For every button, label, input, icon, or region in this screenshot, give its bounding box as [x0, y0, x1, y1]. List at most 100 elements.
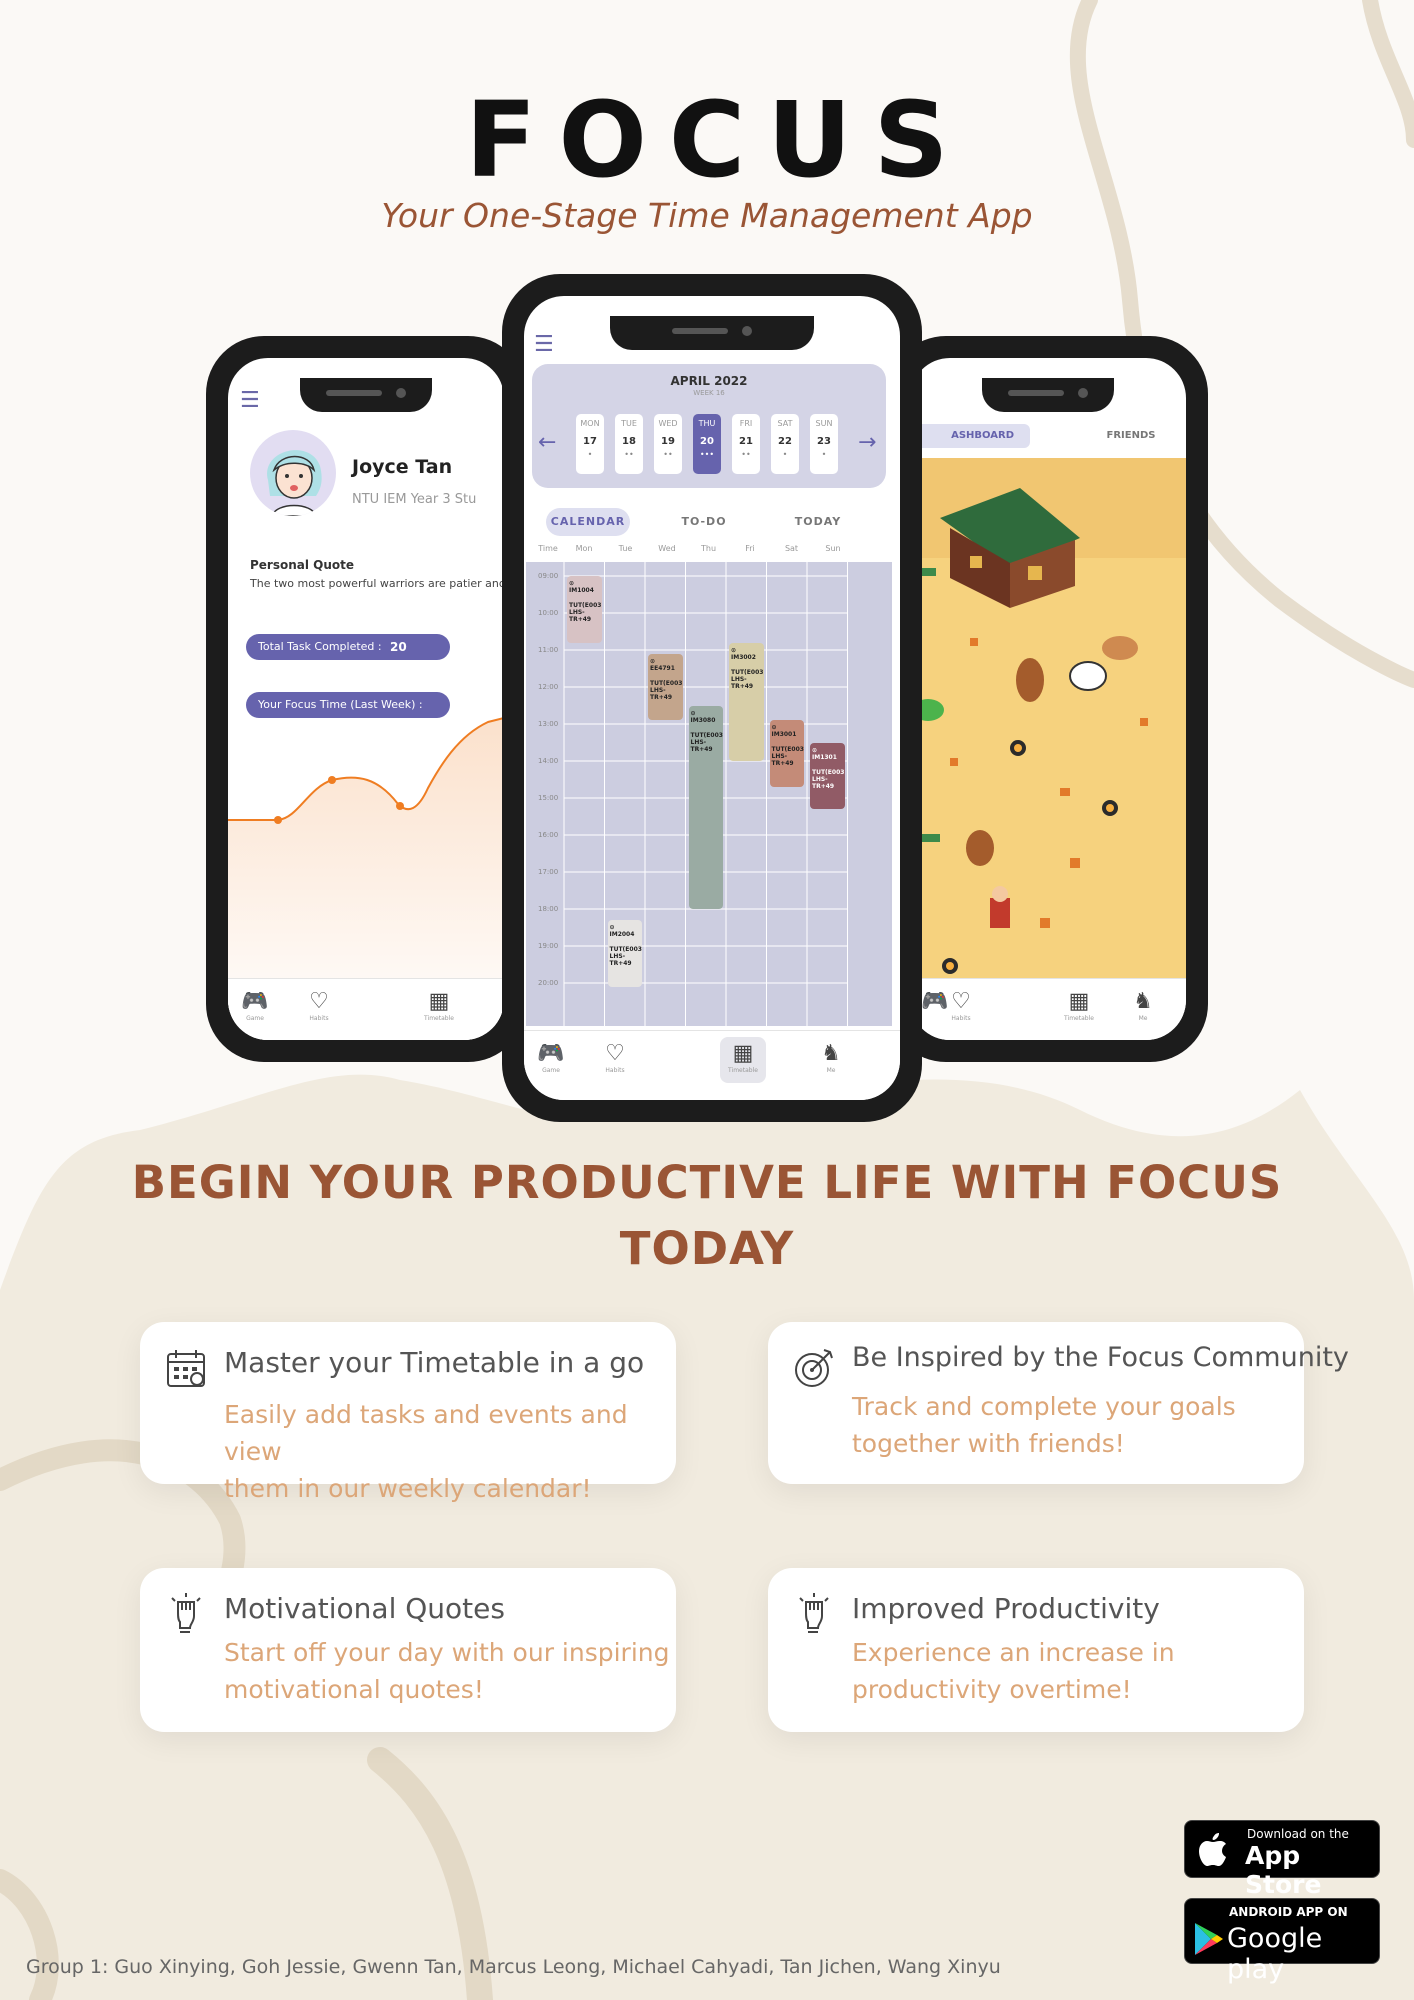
- chart-point: [274, 816, 282, 824]
- time-label: 10:00: [538, 609, 559, 617]
- feature-desc: Easily add tasks and events and view the…: [224, 1400, 628, 1503]
- time-label: 18:00: [538, 905, 559, 913]
- day-chip-tue[interactable]: TUE 18 ••: [615, 414, 643, 474]
- google-play-big-text: Google play: [1227, 1923, 1323, 1985]
- pixel-game-map[interactable]: [910, 458, 1186, 998]
- raised-fist-icon: [799, 1593, 829, 1633]
- time-label: 09:00: [538, 572, 559, 580]
- timetable-event[interactable]: ⊙ IM1301 TUT(E003) LHS-TR+49: [810, 742, 845, 810]
- tab-timetable[interactable]: ▦ Timetable: [416, 989, 462, 1022]
- time-label: 13:00: [538, 720, 559, 728]
- feature-card-timetable: Master your Timetable in a go Easily add…: [140, 1322, 676, 1503]
- time-label: 20:00: [538, 979, 559, 987]
- profile-phone-mockup: ☰ Joyce Tan ✎ NTU IEM Year 3 Stu Persona…: [206, 336, 526, 1062]
- feature-title: Motivational Quotes: [224, 1592, 505, 1625]
- raised-fist-icon: [171, 1593, 201, 1633]
- game-icon: 🎮: [537, 1041, 565, 1066]
- day-chip-sun[interactable]: SUN 23 •: [810, 414, 838, 474]
- quote-label: Personal Quote: [250, 558, 355, 572]
- timetable-event[interactable]: ⊙ IM3002 TUT(E003) LHS-TR+49: [729, 642, 764, 761]
- tab-friends[interactable]: FRIENDS: [1086, 424, 1176, 448]
- timetable-grid[interactable]: 09:00 10:00 11:00 12:00 13:00 14:00 15:00 16:00…: [526, 562, 892, 1026]
- google-play-logo-icon: [1195, 1923, 1223, 1955]
- heart-icon: ♡: [309, 989, 329, 1014]
- day-chip-fri[interactable]: FRI 21 ••: [732, 414, 760, 474]
- time-label: 12:00: [538, 683, 559, 691]
- day-chip-sat[interactable]: SAT 22 •: [771, 414, 799, 474]
- menu-icon[interactable]: ☰: [534, 332, 554, 357]
- tab-timetable[interactable]: ▦ Timetable: [1056, 989, 1102, 1022]
- heart-icon: ♡: [605, 1041, 625, 1066]
- timetable-event[interactable]: ⊙ IM2004 TUT(E003) LHS-TR+49: [607, 920, 642, 987]
- tasks-label: Total Task Completed :: [258, 640, 382, 653]
- app-subtitle: Your One-Stage Time Management App: [381, 196, 1033, 235]
- game-screen: ASHBOARD FRIENDS + 🎮: [910, 358, 1186, 1040]
- timetable-screen: ☰ APRIL 2022 WEEK 16 ← → MON 17 • TUE 18 •• WE…: [524, 296, 900, 1100]
- avatar[interactable]: [250, 430, 336, 516]
- app-store-badge[interactable]: Download on the App Store: [1184, 1820, 1380, 1899]
- column-header: Sun: [825, 544, 841, 553]
- column-header: Sat: [784, 544, 799, 553]
- bunny-icon: ♞: [1133, 989, 1153, 1014]
- footer-credits: Group 1: Guo Xinying, Goh Jessie, Gwenn …: [26, 1956, 1001, 1978]
- target-icon: [795, 1349, 833, 1387]
- feature-desc: Track and complete your goals together w…: [852, 1392, 1236, 1458]
- bottom-tab-bar: 🎮 Game ♡ Habits ▦ Timetable ♞ Me: [524, 1030, 900, 1100]
- bunny-icon: ♞: [821, 1041, 841, 1066]
- headline-line-2: TODAY: [619, 1222, 795, 1275]
- rock-icon: [966, 830, 994, 866]
- day-chip-thu[interactable]: THU 20 •••: [693, 414, 721, 474]
- tab-today[interactable]: TODAY: [776, 508, 860, 536]
- tab-game[interactable]: 🎮 Game: [232, 989, 278, 1022]
- bottom-tab-bar: 🎮 Game ♡ Habits ▦ Timetable: [228, 978, 504, 1040]
- time-label: 14:00: [538, 757, 559, 765]
- apple-logo-icon: [1199, 1833, 1226, 1866]
- menu-icon[interactable]: ☰: [240, 388, 260, 413]
- timetable-phone-mockup: ☰ APRIL 2022 WEEK 16 ← → MON 17 • TUE 18 •• WE…: [502, 274, 922, 1122]
- tab-habits[interactable]: ♡ Habits: [296, 989, 342, 1022]
- timetable-event[interactable]: ⊙ IM3001 TUT(E003) LHS-TR+49: [769, 720, 804, 787]
- time-label: 11:00: [538, 646, 559, 654]
- week-calendar-header: APRIL 2022 WEEK 16 ← → MON 17 • TUE 18 •• WED 1…: [532, 364, 886, 488]
- tab-dashboard[interactable]: ASHBOARD: [910, 424, 1030, 448]
- phone-notch: [300, 378, 432, 412]
- bottom-tab-bar: 🎮 ♡ Habits ▦ Timetable ♞ Me: [910, 978, 1186, 1040]
- app-title: FOCUS: [465, 79, 971, 201]
- chart-point: [328, 776, 336, 784]
- feature-title: Master your Timetable in a go: [224, 1346, 645, 1379]
- day-chip-wed[interactable]: WED 19 ••: [654, 414, 682, 474]
- column-header: Mon: [575, 544, 593, 553]
- google-play-badge[interactable]: ANDROID APP ON Google play: [1184, 1898, 1380, 1985]
- headline: BEGIN YOUR PRODUCTIVE LIFE WITH FOCUS TO…: [0, 1150, 1414, 1282]
- player-character-icon: [990, 898, 1010, 928]
- day-chip-mon[interactable]: MON 17 •: [576, 414, 604, 474]
- tab-habits[interactable]: ♡ Habits: [592, 1041, 638, 1074]
- feature-card-quotes: Motivational Quotes Start off your day w…: [140, 1568, 676, 1732]
- tab-calendar[interactable]: CALENDAR: [546, 508, 630, 536]
- google-play-small-text: ANDROID APP ON: [1229, 1905, 1348, 1919]
- column-header: Thu: [700, 544, 717, 553]
- app-store-big-text: App Store: [1245, 1841, 1322, 1899]
- arrow-left-icon[interactable]: ←: [538, 430, 556, 455]
- headline-line-1: BEGIN YOUR PRODUCTIVE LIFE WITH FOCUS: [131, 1156, 1283, 1209]
- tab-game[interactable]: 🎮 Game: [528, 1041, 574, 1074]
- arrow-right-icon[interactable]: →: [858, 430, 876, 455]
- time-label: 19:00: [538, 942, 559, 950]
- feature-card-productivity: Improved Productivity Experience an incr…: [768, 1568, 1304, 1732]
- tab-me[interactable]: ♞ Me: [808, 1041, 854, 1074]
- app-store-small-text: Download on the: [1247, 1827, 1349, 1841]
- tab-todo[interactable]: TO-DO: [662, 508, 746, 536]
- heart-icon: ♡: [951, 989, 971, 1014]
- tab-habits[interactable]: ♡ Habits: [938, 989, 984, 1022]
- calendar-icon: [167, 1350, 205, 1387]
- tab-timetable[interactable]: ▦ Timetable: [720, 1037, 766, 1083]
- feature-card-community: Be Inspired by the Focus Community Track…: [768, 1322, 1349, 1484]
- game-phone-mockup: ASHBOARD FRIENDS + 🎮: [888, 336, 1208, 1062]
- feature-desc: Start off your day with our inspiring mo…: [224, 1638, 670, 1704]
- timetable-event[interactable]: ⊙ EE4791 TUT(E003) LHS-TR+49: [648, 653, 683, 721]
- timetable-event[interactable]: ⊙ IM1004 TUT(E003) LHS-TR+49: [567, 576, 602, 643]
- calendar-icon: ▦: [732, 1041, 754, 1066]
- timetable-event[interactable]: ⊙ IM3080 TUT(E003) LHS-TR+49: [688, 705, 723, 909]
- tab-me[interactable]: ♞ Me: [1120, 989, 1166, 1022]
- feature-desc: Experience an increase in productivity o…: [852, 1638, 1175, 1704]
